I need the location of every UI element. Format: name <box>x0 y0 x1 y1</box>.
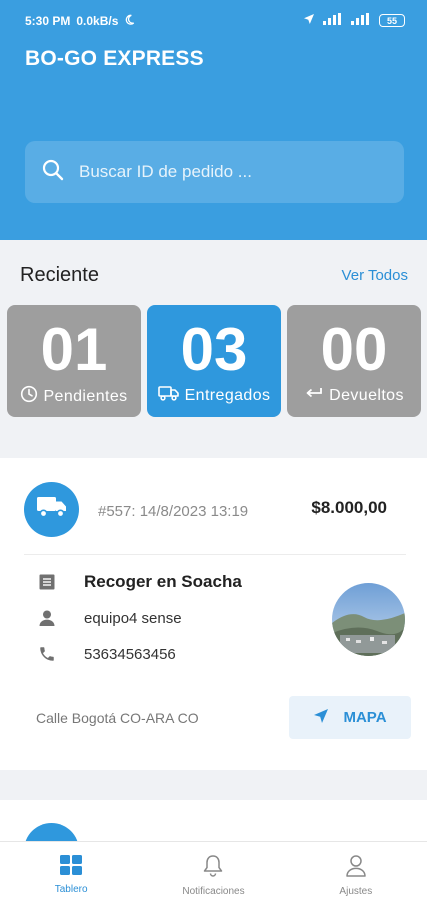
person-icon <box>345 854 367 881</box>
tile-returned-count: 00 <box>320 316 388 383</box>
navigation-arrow-icon <box>313 708 329 728</box>
list-icon <box>36 573 58 591</box>
nav-settings-label: Ajustes <box>339 886 373 897</box>
person-icon <box>36 609 58 627</box>
clock-icon <box>20 385 38 408</box>
search-input[interactable] <box>79 162 359 182</box>
order-id-date: #557: 14/8/2023 13:19 <box>98 503 249 520</box>
tile-delivered-label: Entregados <box>184 386 271 404</box>
view-all-link[interactable]: Ver Todos <box>342 267 408 284</box>
phone-row: 53634563456 <box>36 645 176 663</box>
dashboard-grid-icon <box>59 854 83 879</box>
map-button-label: MAPA <box>343 709 387 726</box>
customer-name: equipo4 sense <box>84 609 182 627</box>
nav-dashboard[interactable]: Tablero <box>0 842 142 900</box>
tile-pending-label: Pendientes <box>43 387 128 405</box>
tile-pending-count: 01 <box>40 316 108 383</box>
status-bar-right: 55 <box>303 13 405 28</box>
order-amount: $8.000,00 <box>311 498 387 517</box>
status-network-speed: 0.0kB/s <box>76 14 119 28</box>
map-button[interactable]: MAPA <box>289 696 411 739</box>
signal-icon <box>323 13 343 28</box>
app-header: 5:30 PM 0.0kB/s 55 BO-GO EXPRESS <box>0 0 427 240</box>
order-truck-avatar <box>24 482 79 537</box>
recent-title: Reciente <box>20 264 99 286</box>
status-bar-left: 5:30 PM 0.0kB/s <box>25 14 135 28</box>
location-photo <box>332 583 405 656</box>
tile-pending[interactable]: 01 Pendientes <box>7 305 141 417</box>
nav-dashboard-label: Tablero <box>54 884 88 895</box>
recent-section: Reciente Ver Todos 01 Pendientes 03 Entr… <box>0 240 427 440</box>
nav-notifications[interactable]: Notificaciones <box>142 842 284 900</box>
order-title-row: Recoger en Soacha <box>36 572 242 592</box>
signal-icon-2 <box>351 13 371 28</box>
phone-icon <box>36 645 58 663</box>
tile-returned-label: Devueltos <box>329 386 404 404</box>
order-card[interactable]: #557: 14/8/2023 13:19 $8.000,00 Recoger … <box>0 458 427 770</box>
status-time: 5:30 PM <box>25 14 71 28</box>
return-arrow-icon <box>304 385 324 406</box>
customer-row: equipo4 sense <box>36 609 182 627</box>
order-title: Recoger en Soacha <box>84 572 242 591</box>
card-divider <box>24 554 406 555</box>
status-bar: 5:30 PM 0.0kB/s 55 <box>0 0 427 40</box>
nav-notifications-label: Notificaciones <box>182 886 245 897</box>
bottom-nav: Tablero Notificaciones Ajustes <box>0 841 427 900</box>
app-title: BO-GO EXPRESS <box>25 47 204 70</box>
search-bar[interactable] <box>25 141 404 203</box>
truck-icon <box>157 385 180 406</box>
tile-delivered-count: 03 <box>180 316 248 383</box>
moon-icon <box>124 14 135 28</box>
search-icon <box>41 158 65 187</box>
customer-phone: 53634563456 <box>84 645 176 663</box>
location-arrow-icon <box>303 13 315 28</box>
tile-returned[interactable]: 00 Devueltos <box>287 305 421 417</box>
nav-settings[interactable]: Ajustes <box>285 842 427 900</box>
order-address: Calle Bogotá CO-ARA CO <box>36 710 199 726</box>
tile-delivered[interactable]: 03 Entregados <box>147 305 281 417</box>
truck-icon <box>36 495 68 524</box>
battery-icon: 55 <box>379 14 405 27</box>
bell-icon <box>202 854 224 881</box>
